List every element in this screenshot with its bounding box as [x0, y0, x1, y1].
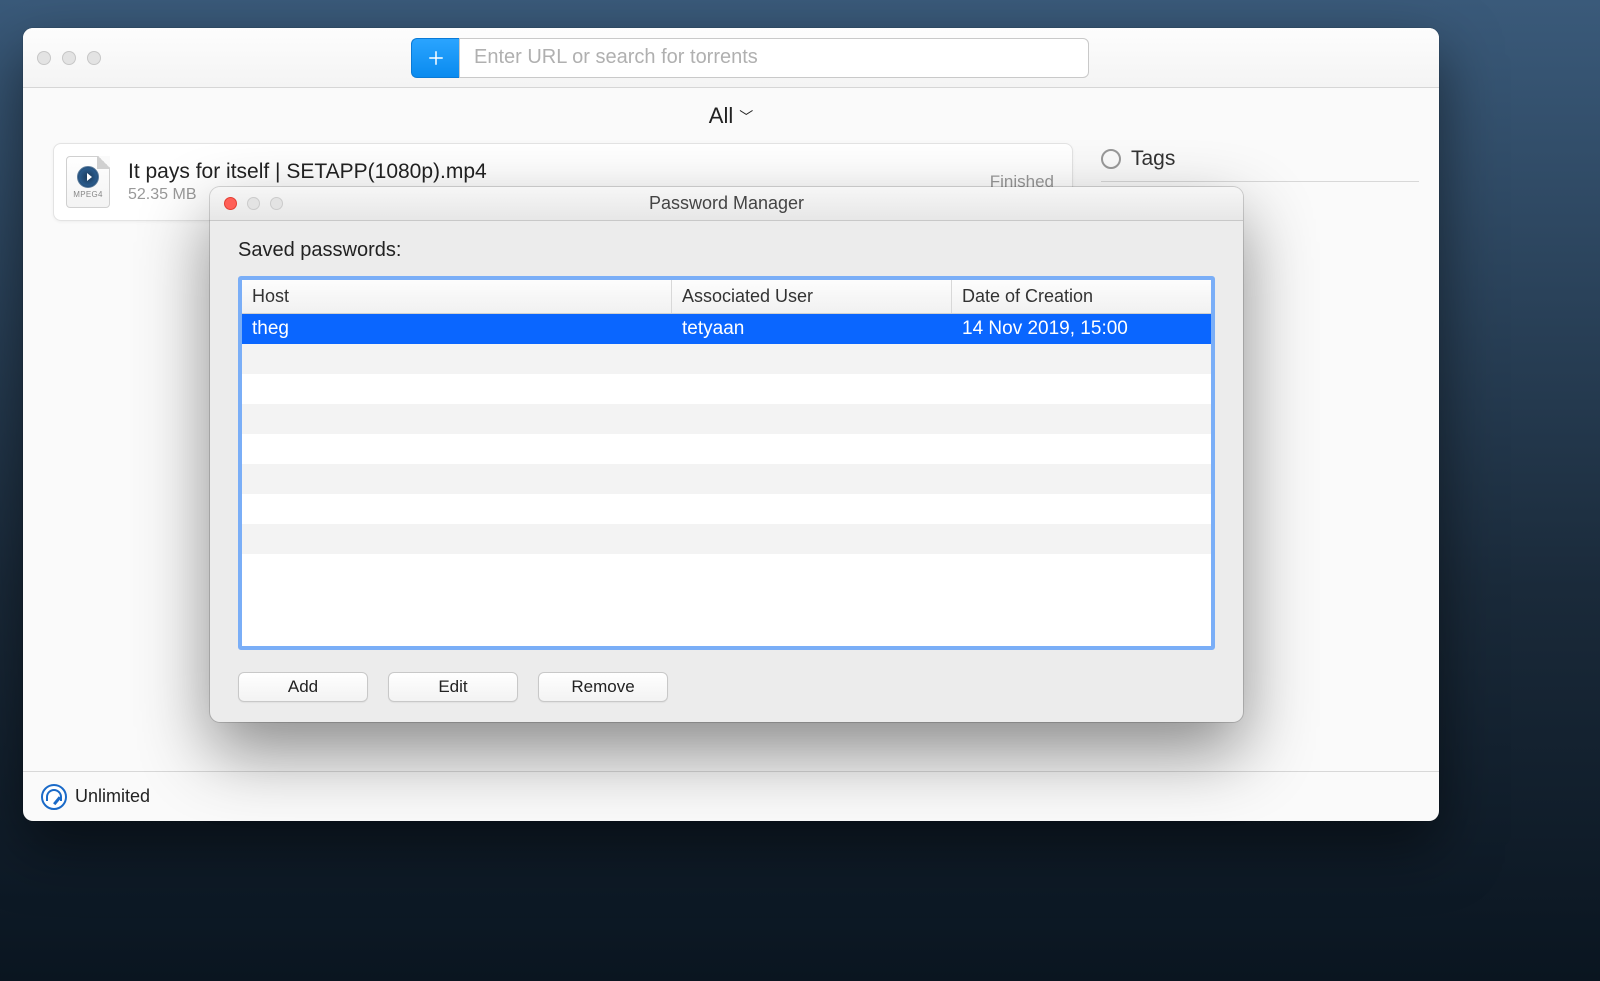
table-row[interactable] — [242, 494, 1211, 524]
edit-button[interactable]: Edit — [388, 672, 518, 702]
cell-host: theg — [242, 318, 672, 340]
speedometer-icon — [41, 784, 67, 810]
table-row[interactable] — [242, 404, 1211, 434]
table-row[interactable] — [242, 374, 1211, 404]
tags-section-header[interactable]: Tags — [1101, 147, 1419, 182]
table-row[interactable]: theg tetyaan 14 Nov 2019, 15:00 — [242, 314, 1211, 344]
table-header: Host Associated User Date of Creation — [242, 280, 1211, 314]
column-header-host[interactable]: Host — [242, 280, 672, 313]
dialog-window-controls — [224, 197, 283, 210]
add-torrent-button[interactable] — [411, 38, 459, 78]
table-row[interactable] — [242, 464, 1211, 494]
plus-icon — [427, 49, 445, 67]
password-manager-dialog: Password Manager Saved passwords: Host A… — [210, 187, 1243, 722]
minimize-dialog-button[interactable] — [247, 197, 260, 210]
close-window-button[interactable] — [37, 51, 51, 65]
table-row[interactable] — [242, 434, 1211, 464]
zoom-dialog-button[interactable] — [270, 197, 283, 210]
search-input[interactable] — [459, 38, 1089, 78]
zoom-window-button[interactable] — [87, 51, 101, 65]
saved-passwords-label: Saved passwords: — [238, 239, 1215, 262]
tag-circle-icon — [1101, 149, 1121, 169]
table-body: theg tetyaan 14 Nov 2019, 15:00 — [242, 314, 1211, 646]
filter-label: All — [709, 103, 733, 129]
dialog-actions: Add Edit Remove — [238, 672, 1215, 702]
column-header-user[interactable]: Associated User — [672, 280, 952, 313]
tags-label: Tags — [1131, 147, 1175, 171]
dialog-body: Saved passwords: Host Associated User Da… — [210, 221, 1243, 722]
dialog-titlebar: Password Manager — [210, 187, 1243, 221]
speed-limit-label[interactable]: Unlimited — [75, 786, 150, 807]
download-title: It pays for itself | SETAPP(1080p).mp4 — [128, 160, 972, 184]
window-controls — [37, 51, 101, 65]
passwords-table: Host Associated User Date of Creation th… — [238, 276, 1215, 650]
add-button[interactable]: Add — [238, 672, 368, 702]
cell-user: tetyaan — [672, 318, 952, 340]
chevron-down-icon: ﹀ — [739, 107, 753, 127]
filter-dropdown[interactable]: All ﹀ — [23, 88, 1439, 143]
remove-button[interactable]: Remove — [538, 672, 668, 702]
table-row[interactable] — [242, 344, 1211, 374]
cell-date: 14 Nov 2019, 15:00 — [952, 318, 1211, 340]
main-toolbar — [23, 28, 1439, 88]
column-header-date[interactable]: Date of Creation — [952, 280, 1211, 313]
minimize-window-button[interactable] — [62, 51, 76, 65]
table-row[interactable] — [242, 554, 1211, 584]
video-file-icon: MPEG4 — [66, 156, 110, 208]
status-bar: Unlimited — [23, 771, 1439, 821]
close-dialog-button[interactable] — [224, 197, 237, 210]
table-row[interactable] — [242, 524, 1211, 554]
dialog-title: Password Manager — [210, 193, 1243, 214]
